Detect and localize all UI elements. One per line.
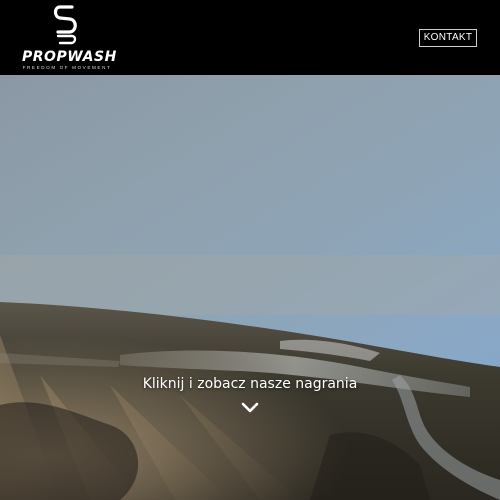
site-header: PROPWASH FREEDOM OF MOVEMENT KONTAKT — [0, 0, 500, 75]
contact-button[interactable]: KONTAKT — [419, 29, 477, 47]
chevron-down-icon[interactable] — [241, 402, 259, 414]
hero-aerial-photo — [0, 255, 500, 500]
video-cta[interactable]: Kliknij i zobacz nasze nagrania — [0, 376, 500, 392]
logo-wordmark: PROPWASH — [22, 49, 117, 65]
hero-section: Kliknij i zobacz nasze nagrania — [0, 75, 500, 500]
cta-text[interactable]: Kliknij i zobacz nasze nagrania — [143, 376, 358, 392]
logo-tagline: FREEDOM OF MOVEMENT — [22, 65, 112, 70]
propwash-logo[interactable]: PROPWASH FREEDOM OF MOVEMENT — [22, 5, 117, 71]
logo-s-mark-icon — [53, 5, 77, 45]
